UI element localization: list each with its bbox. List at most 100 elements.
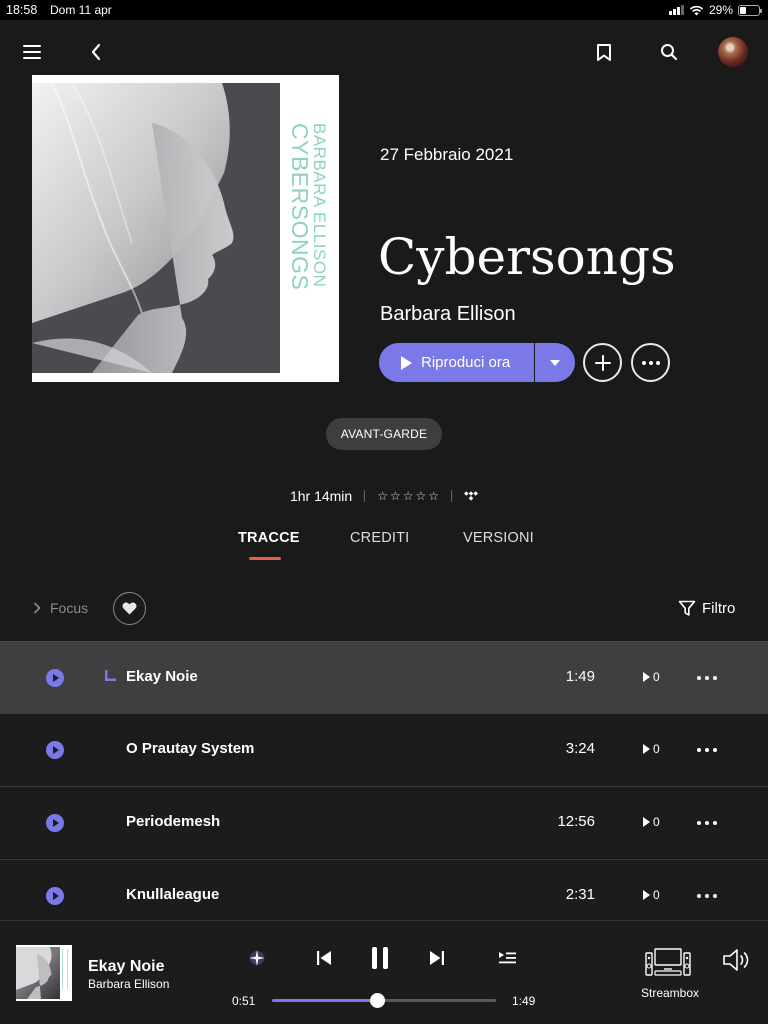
now-playing-indicator-icon [105, 670, 116, 681]
track-name: O Prautay System [126, 740, 255, 757]
album-artist[interactable]: Barbara Ellison [380, 303, 516, 326]
progress-knob[interactable] [370, 993, 386, 1008]
heart-icon [122, 602, 137, 615]
artwork-text-strip [62, 949, 68, 989]
genre-chip[interactable]: AVANT-GARDE [326, 418, 442, 450]
cover-album-text: CYBERSONGS [288, 123, 313, 290]
elapsed-time: 0:51 [232, 994, 256, 1008]
track-more-icon[interactable] [697, 821, 717, 825]
album-cover: BARBARA ELLISON CYBERSONGS [32, 75, 339, 382]
ellipsis-icon [641, 360, 660, 365]
album-title: Cybersongs [378, 228, 676, 286]
cellular-signal-icon [668, 5, 684, 15]
play-now-button[interactable]: Riproduci ora [379, 343, 534, 382]
tab-crediti[interactable]: CREDITI [350, 530, 409, 546]
now-playing-artist[interactable]: Barbara Ellison [88, 977, 169, 991]
add-to-library-button[interactable] [583, 343, 622, 382]
star-icon[interactable]: ☆ [428, 489, 439, 503]
star-icon[interactable]: ☆ [416, 489, 427, 503]
play-options-dropdown[interactable] [535, 343, 575, 382]
star-icon[interactable]: ☆ [377, 489, 388, 503]
rating-stars[interactable]: ☆ ☆ ☆ ☆ ☆ [377, 489, 439, 503]
caret-down-icon [550, 359, 560, 366]
track-play-icon[interactable] [46, 669, 64, 687]
track-more-icon[interactable] [697, 748, 717, 752]
track-row[interactable]: Ekay Noie 1:49 0 [0, 641, 768, 713]
device-label[interactable]: Streambox [641, 986, 699, 1000]
track-row[interactable]: O Prautay System 3:24 0 [0, 713, 768, 785]
divider [451, 490, 453, 502]
track-name: Periodemesh [126, 813, 221, 830]
favorite-button[interactable] [113, 592, 146, 625]
track-name: Knullaleague [126, 886, 220, 903]
now-playing-artwork[interactable] [16, 945, 72, 1001]
app-screen: 18:58 Dom 11 apr 29% BARBARA ELLISON CYB… [0, 0, 768, 1024]
play-icon [401, 355, 412, 370]
star-icon[interactable]: ☆ [403, 489, 414, 503]
play-now-label: Riproduci ora [421, 354, 511, 371]
back-chevron-icon[interactable] [86, 42, 106, 62]
track-more-icon[interactable] [697, 676, 717, 680]
chevron-right-icon [34, 602, 41, 614]
tidal-logo-icon [464, 491, 479, 501]
status-bar: 18:58 Dom 11 apr 29% [0, 0, 768, 20]
album-meta-row: 1hr 14min ☆ ☆ ☆ ☆ ☆ [0, 486, 768, 506]
menu-icon[interactable] [22, 42, 42, 62]
focus-label: Focus [50, 600, 89, 616]
play-count-icon [643, 672, 650, 682]
user-avatar[interactable] [718, 37, 748, 67]
artwork-image [16, 947, 60, 999]
track-play-count: 0 [643, 815, 660, 829]
progress-fill [272, 999, 378, 1002]
track-play-icon[interactable] [46, 887, 64, 905]
filter-funnel-icon [678, 600, 696, 616]
cover-portrait-image [32, 83, 280, 373]
track-play-count-value: 0 [653, 815, 660, 829]
track-duration: 3:24 [565, 740, 595, 757]
divider [364, 490, 366, 502]
track-play-icon[interactable] [46, 814, 64, 832]
bookmark-icon[interactable] [594, 42, 614, 62]
track-row[interactable]: Periodemesh 12:56 0 [0, 786, 768, 858]
volume-icon[interactable] [721, 947, 753, 973]
filter-button[interactable]: Filtro [678, 600, 735, 617]
status-time: 18:58 [6, 3, 38, 17]
track-duration: 2:31 [565, 886, 595, 903]
track-play-icon[interactable] [46, 741, 64, 759]
pause-icon[interactable] [368, 944, 392, 972]
track-play-count: 0 [643, 888, 660, 902]
search-icon[interactable] [659, 42, 679, 62]
track-play-count-value: 0 [653, 742, 660, 756]
next-track-icon[interactable] [426, 948, 448, 968]
track-play-count-value: 0 [653, 888, 660, 902]
queue-icon[interactable] [496, 948, 518, 968]
plus-icon [594, 354, 611, 371]
battery-icon [738, 4, 762, 16]
play-count-icon [643, 744, 650, 754]
track-more-icon[interactable] [697, 894, 717, 898]
sparkle-icon[interactable] [246, 947, 268, 969]
now-playing-bar: Ekay Noie Barbara Ellison 0:51 1:49 Stre… [0, 920, 768, 1024]
track-play-count-value: 0 [653, 670, 660, 684]
streambox-device-icon[interactable] [644, 947, 692, 977]
battery-percent: 29% [708, 3, 733, 17]
more-options-button[interactable] [631, 343, 670, 382]
now-playing-title[interactable]: Ekay Noie [88, 958, 164, 976]
track-name: Ekay Noie [126, 668, 198, 685]
total-time: 1:49 [512, 994, 536, 1008]
star-icon[interactable]: ☆ [390, 489, 401, 503]
tab-tracce[interactable]: TRACCE [238, 530, 300, 546]
previous-track-icon[interactable] [313, 948, 335, 968]
track-play-count: 0 [643, 742, 660, 756]
play-count-icon [643, 817, 650, 827]
tab-versioni[interactable]: VERSIONI [463, 530, 534, 546]
wifi-icon [689, 5, 704, 15]
album-tabs: TRACCE CREDITI VERSIONI [0, 530, 768, 564]
focus-toggle[interactable]: Focus [33, 600, 88, 616]
status-indicators: 29% [668, 3, 762, 17]
track-play-count: 0 [643, 670, 660, 684]
release-date: 27 Febbraio 2021 [380, 145, 514, 164]
album-duration: 1hr 14min [289, 488, 353, 504]
progress-slider[interactable] [272, 993, 496, 1008]
track-duration: 12:56 [557, 813, 595, 830]
